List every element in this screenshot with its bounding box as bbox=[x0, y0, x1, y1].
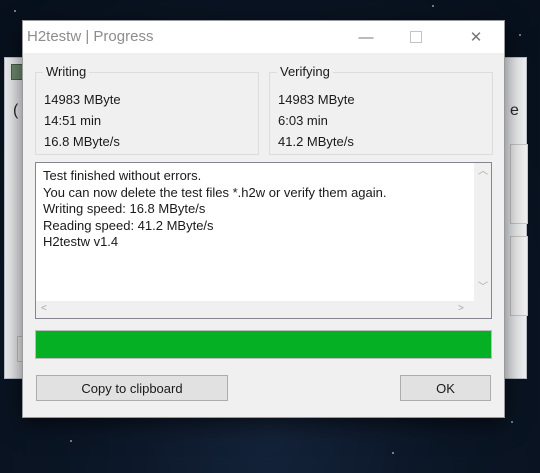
scroll-down-icon[interactable]: ﹀ bbox=[478, 283, 488, 293]
scrollbar-corner bbox=[474, 301, 491, 318]
scroll-up-icon[interactable]: ︿ bbox=[478, 167, 488, 177]
close-button[interactable]: ✕ bbox=[453, 21, 499, 53]
star bbox=[392, 452, 394, 454]
writing-speed: 16.8 MByte/s bbox=[44, 134, 120, 149]
star bbox=[70, 440, 72, 442]
log-line: Writing speed: 16.8 MByte/s bbox=[43, 201, 206, 216]
background-text-fragment: e bbox=[510, 102, 519, 119]
vertical-scrollbar[interactable]: ︿ ﹀ bbox=[474, 163, 491, 301]
copy-to-clipboard-button[interactable]: Copy to clipboard bbox=[36, 375, 228, 401]
star bbox=[14, 10, 16, 12]
window-title: H2testw | Progress bbox=[27, 28, 154, 45]
verifying-group-title: Verifying bbox=[277, 64, 333, 79]
background-text-fragment: ( bbox=[13, 102, 19, 119]
star bbox=[511, 421, 513, 423]
progress-dialog: H2testw | Progress — ✕ Writing 14983 MBy… bbox=[22, 20, 505, 418]
progress-bar bbox=[35, 330, 492, 359]
star bbox=[519, 34, 521, 36]
verifying-group: Verifying 14983 MByte 6:03 min 41.2 MByt… bbox=[269, 64, 493, 155]
log-textbox[interactable]: Test finished without errors. You can no… bbox=[35, 162, 492, 319]
minimize-button[interactable]: — bbox=[343, 21, 389, 53]
log-text: Test finished without errors. You can no… bbox=[43, 168, 387, 251]
verifying-size: 14983 MByte bbox=[278, 92, 355, 107]
background-panel bbox=[510, 236, 528, 316]
horizontal-scrollbar[interactable]: < > bbox=[36, 301, 474, 318]
progress-fill bbox=[36, 331, 491, 358]
verifying-time: 6:03 min bbox=[278, 113, 328, 128]
background-panel bbox=[510, 144, 528, 224]
scroll-right-icon[interactable]: > bbox=[458, 304, 464, 314]
log-line: H2testw v1.4 bbox=[43, 234, 119, 249]
title-bar[interactable]: H2testw | Progress — ✕ bbox=[23, 21, 504, 53]
writing-time: 14:51 min bbox=[44, 113, 102, 128]
log-line: You can now delete the test files *.h2w … bbox=[43, 184, 387, 200]
writing-size: 14983 MByte bbox=[44, 92, 121, 107]
scroll-left-icon[interactable]: < bbox=[41, 304, 47, 314]
writing-group-title: Writing bbox=[43, 64, 90, 79]
log-line: Reading speed: 41.2 MByte/s bbox=[43, 217, 214, 233]
verifying-speed: 41.2 MByte/s bbox=[278, 134, 354, 149]
maximize-icon bbox=[410, 31, 422, 43]
star bbox=[432, 5, 434, 7]
writing-group: Writing 14983 MByte 14:51 min 16.8 MByte… bbox=[35, 64, 259, 155]
log-line: Test finished without errors. bbox=[43, 168, 202, 183]
maximize-button[interactable] bbox=[393, 21, 439, 53]
ok-button[interactable]: OK bbox=[400, 375, 491, 401]
